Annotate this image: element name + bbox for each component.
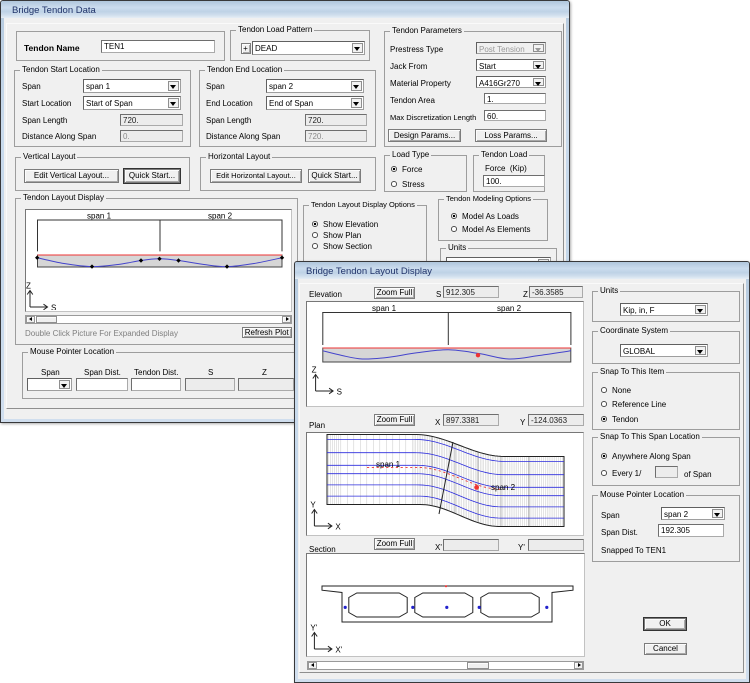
svg-text:span 2: span 2 [491, 483, 516, 492]
svg-text:Z: Z [26, 282, 31, 291]
svg-text:Y': Y' [310, 624, 317, 633]
svg-text:span 1: span 1 [376, 460, 401, 469]
svg-text:Z: Z [312, 366, 317, 375]
svg-text:span 2: span 2 [208, 212, 233, 221]
svg-text:span 1: span 1 [87, 212, 112, 221]
svg-text:S: S [51, 304, 56, 311]
svg-text:X: X [335, 523, 341, 532]
svg-text:span 1: span 1 [372, 304, 397, 313]
svg-text:Y: Y [310, 501, 316, 510]
svg-text:X': X' [335, 646, 342, 655]
svg-text:S: S [337, 388, 342, 397]
svg-text:span 2: span 2 [497, 304, 522, 313]
